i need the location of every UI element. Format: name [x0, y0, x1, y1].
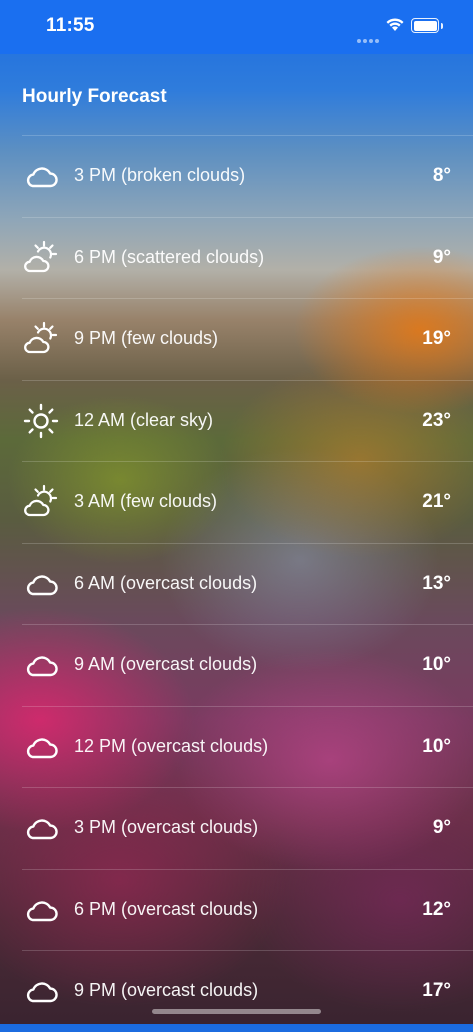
wifi-icon: [386, 18, 404, 31]
forecast-time-label: 9 AM (overcast clouds): [74, 654, 258, 674]
forecast-time-label: 6 PM (scattered clouds): [74, 246, 265, 267]
partly-sunny-icon: [22, 320, 60, 358]
forecast-time-label: 12 AM (clear sky): [74, 409, 214, 430]
partly-sunny-icon: [22, 239, 60, 277]
cloud-icon: [22, 891, 60, 929]
sun-icon: [22, 402, 60, 440]
forecast-temperature: 10°: [422, 735, 451, 757]
forecast-time-label: 9 PM (overcast clouds): [74, 980, 259, 1000]
forecast-time-label: 3 AM (few clouds): [74, 491, 218, 511]
forecast-temperature: 12°: [422, 898, 451, 920]
cloud-icon: [22, 972, 60, 1010]
forecast-row[interactable]: 3 PM (overcast clouds) 9°: [22, 787, 473, 869]
forecast-row[interactable]: 9 PM (few clouds) 19°: [22, 298, 473, 380]
forecast-temperature: 10°: [422, 654, 451, 675]
cloud-icon: [22, 728, 60, 766]
forecast-row[interactable]: 3 AM (few clouds) 21°: [22, 461, 473, 543]
forecast-temperature: 19°: [422, 328, 451, 349]
forecast-row[interactable]: 9 PM (overcast clouds) 17°: [22, 950, 473, 1032]
forecast-row[interactable]: 12 AM (clear sky) 23°: [22, 379, 473, 462]
page-title: Hourly Forecast: [22, 86, 167, 107]
forecast-time-label: 6 PM (overcast clouds): [74, 898, 259, 919]
cloud-icon: [22, 565, 60, 603]
forecast-temperature: 9°: [432, 817, 451, 838]
forecast-temperature: 23°: [422, 409, 451, 431]
forecast-time-label: 3 PM (broken clouds): [74, 165, 246, 185]
partly-sunny-icon: [22, 483, 60, 521]
forecast-temperature: 13°: [422, 572, 451, 594]
forecast-row[interactable]: 6 PM (overcast clouds) 12°: [22, 868, 473, 951]
forecast-time-label: 6 AM (overcast clouds): [74, 572, 258, 593]
cloud-icon: [22, 646, 60, 684]
cloud-icon: [22, 157, 60, 195]
forecast-row[interactable]: 3 PM (broken clouds) 8°: [22, 135, 473, 217]
forecast-row[interactable]: 9 AM (overcast clouds) 10°: [22, 624, 473, 706]
forecast-temperature: 21°: [422, 491, 451, 512]
forecast-time-label: 9 PM (few clouds): [74, 328, 219, 348]
home-indicator[interactable]: [152, 1009, 321, 1014]
cloud-icon: [22, 809, 60, 847]
forecast-time-label: 3 PM (overcast clouds): [74, 817, 259, 837]
battery-icon: [411, 18, 443, 33]
forecast-row[interactable]: 6 PM (scattered clouds) 9°: [22, 216, 473, 299]
status-time: 11:55: [46, 15, 95, 36]
forecast-time-label: 12 PM (overcast clouds): [74, 735, 269, 756]
status-bar: 11:55: [0, 0, 473, 54]
cellular-signal-icon: [357, 30, 381, 43]
forecast-temperature: 17°: [422, 980, 451, 1001]
hourly-forecast-list[interactable]: 3 PM (broken clouds) 8° 6 PM (scattered …: [0, 135, 473, 1032]
forecast-row[interactable]: 12 PM (overcast clouds) 10°: [22, 705, 473, 788]
forecast-temperature: 9°: [432, 246, 451, 268]
forecast-row[interactable]: 6 AM (overcast clouds) 13°: [22, 542, 473, 625]
forecast-temperature: 8°: [432, 165, 451, 186]
